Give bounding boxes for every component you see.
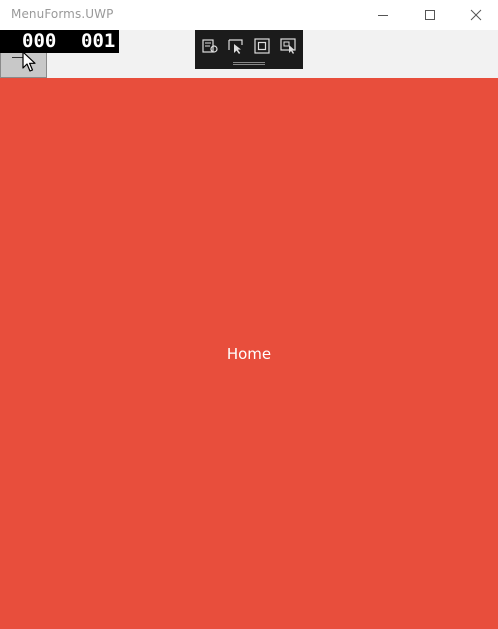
debug-toolbar	[195, 30, 303, 69]
highlight-scaling-button[interactable]	[279, 37, 297, 55]
mouse-cursor-icon	[22, 51, 36, 72]
toolbar-grip[interactable]	[233, 62, 265, 63]
title-bar: MenuForms.UWP	[0, 0, 498, 30]
maximize-button[interactable]	[407, 0, 453, 30]
frame-counter-right: 001	[81, 30, 116, 52]
select-element-icon	[202, 39, 218, 53]
page-label: Home	[226, 345, 272, 363]
app-title: MenuForms.UWP	[11, 7, 114, 21]
display-layout-adorners-icon	[228, 39, 243, 54]
close-button[interactable]	[453, 0, 498, 30]
track-focus-icon	[254, 38, 270, 54]
select-element-button[interactable]	[201, 37, 219, 55]
maximize-icon	[425, 10, 435, 20]
minimize-button[interactable]	[360, 0, 406, 30]
minimize-icon	[378, 15, 388, 16]
home-page: Home	[0, 78, 498, 629]
display-layout-adorners-button[interactable]	[227, 37, 245, 55]
frame-rate-counter: 000 001	[0, 30, 119, 53]
frame-counter-left: 000	[22, 30, 57, 52]
highlight-scaling-icon	[280, 38, 296, 54]
close-icon	[470, 9, 482, 21]
toolbar-grip-line	[233, 64, 265, 65]
track-focus-button[interactable]	[253, 37, 271, 55]
